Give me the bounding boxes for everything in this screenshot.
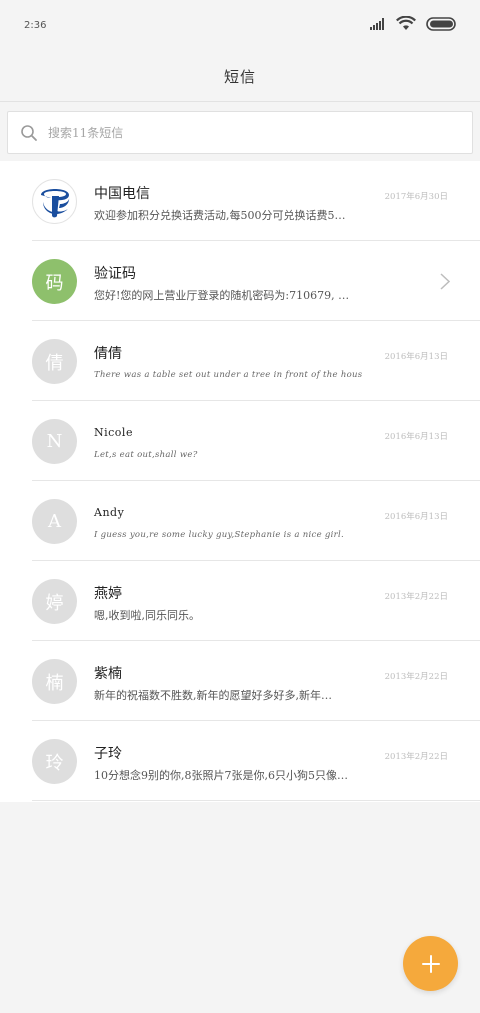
status-time: 2:36: [24, 20, 47, 31]
message-date: 2016年6月13日: [384, 352, 448, 362]
china-telecom-logo: [32, 179, 77, 224]
avatar: 玲: [32, 739, 77, 784]
new-message-button[interactable]: [403, 936, 458, 991]
message-preview: There was a table set out under a tree i…: [94, 370, 363, 380]
message-preview: 您好!您的网上营业厅登录的随机密码为:710679, …: [94, 289, 350, 302]
search-icon: [21, 125, 37, 141]
avatar: 倩: [32, 339, 77, 384]
message-list: 中国电信 欢迎参加积分兑换话费活动,每500分可兑换话费5… 2017年6月30…: [0, 161, 480, 802]
contact-name: 紫楠: [94, 666, 122, 682]
contact-name: 子玲: [94, 746, 122, 762]
contact-name: 燕婷: [94, 586, 122, 602]
message-date: 2016年6月13日: [384, 432, 448, 442]
avatar: 婷: [32, 579, 77, 624]
list-item[interactable]: 玲 子玲 10分想念9别的你,8张照片7张是你,6只小狗5只像… 2013年2月…: [0, 721, 480, 801]
avatar: 楠: [32, 659, 77, 704]
message-date: 2013年2月22日: [384, 752, 448, 762]
app-header: 短信: [0, 52, 480, 102]
china-telecom-logo-icon: [40, 188, 69, 217]
avatar: A: [32, 499, 77, 544]
page-title: 短信: [223, 68, 256, 86]
plus-icon: [421, 954, 440, 973]
contact-name: 倩倩: [94, 346, 122, 362]
message-preview: I guess you,re some lucky guy,Stephanie …: [94, 530, 345, 540]
contact-name: 中国电信: [94, 186, 150, 202]
list-item[interactable]: N Nicole Let,s eat out,shall we? 2016年6月…: [0, 401, 480, 481]
list-item[interactable]: 倩 倩倩 There was a table set out under a t…: [0, 321, 480, 401]
signal-icon: [370, 17, 384, 30]
message-date: 2017年6月30日: [384, 192, 448, 202]
message-date: 2013年2月22日: [384, 672, 448, 682]
message-preview: 嗯,收到啦,同乐同乐。: [94, 609, 200, 622]
message-preview: Let,s eat out,shall we?: [94, 450, 198, 460]
message-date: 2013年2月22日: [384, 592, 448, 602]
message-preview: 新年的祝福数不胜数,新年的愿望好多好多,新年…: [94, 689, 332, 702]
contact-name: Andy: [94, 506, 125, 519]
search-input[interactable]: [48, 122, 448, 144]
message-preview: 欢迎参加积分兑换话费活动,每500分可兑换话费5…: [94, 209, 346, 222]
list-item[interactable]: 婷 燕婷 嗯,收到啦,同乐同乐。 2013年2月22日: [0, 561, 480, 641]
list-item[interactable]: 楠 紫楠 新年的祝福数不胜数,新年的愿望好多好多,新年… 2013年2月22日: [0, 641, 480, 721]
divider: [32, 800, 480, 801]
chevron-right-icon[interactable]: [440, 273, 450, 290]
list-item[interactable]: A Andy I guess you,re some lucky guy,Ste…: [0, 481, 480, 561]
avatar: 码: [32, 259, 77, 304]
message-date: 2016年6月13日: [384, 512, 448, 522]
battery-icon: [426, 16, 456, 31]
list-item[interactable]: 中国电信 欢迎参加积分兑换话费活动,每500分可兑换话费5… 2017年6月30…: [0, 161, 480, 241]
list-item[interactable]: 码 验证码 您好!您的网上营业厅登录的随机密码为:710679, …: [0, 241, 480, 321]
message-preview: 10分想念9别的你,8张照片7张是你,6只小狗5只像…: [94, 769, 348, 782]
wifi-icon: [396, 16, 416, 30]
status-icons: [370, 16, 458, 31]
status-bar: 2:36: [0, 0, 480, 52]
search-bar[interactable]: [7, 111, 473, 154]
contact-name: Nicole: [94, 426, 133, 439]
avatar: N: [32, 419, 77, 464]
contact-name: 验证码: [94, 266, 136, 282]
